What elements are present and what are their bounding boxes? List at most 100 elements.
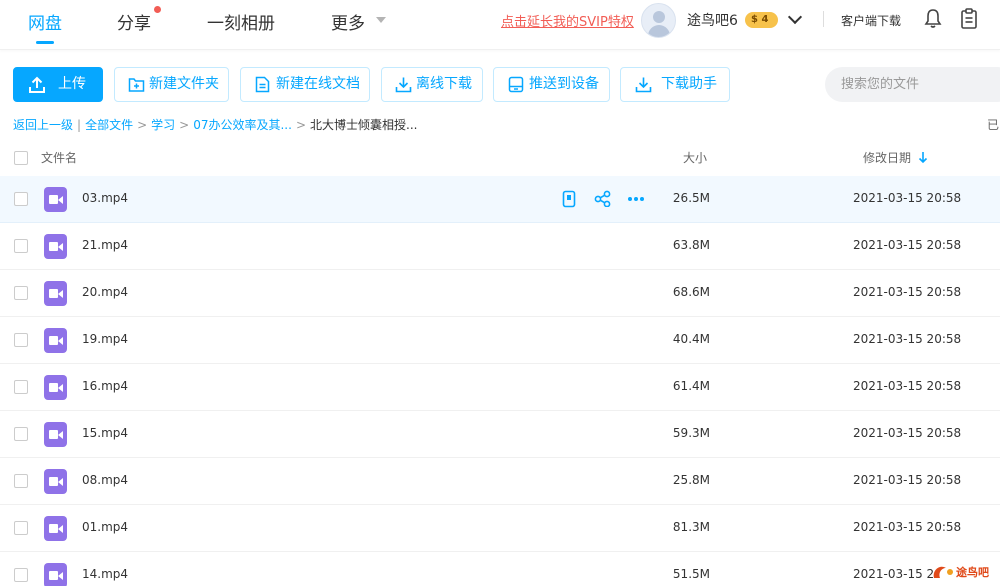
file-modified-date: 2021-03-15 20:58 (853, 238, 962, 252)
search-input[interactable] (825, 67, 1000, 102)
file-size: 61.4M (672, 379, 710, 393)
download-icon (395, 77, 412, 93)
video-file-icon (44, 563, 67, 586)
table-row[interactable]: 03.mp4 26.5M 2021-03-15 20:58 (0, 176, 1000, 223)
bell-icon[interactable] (924, 8, 942, 30)
username[interactable]: 途鸟吧6 (687, 10, 738, 30)
table-row[interactable]: 19.mp4 40.4M 2021-03-15 20:58 (0, 317, 1000, 364)
video-file-icon (44, 281, 67, 306)
row-checkbox[interactable] (14, 239, 28, 253)
upload-button[interactable]: 上传 (13, 67, 103, 102)
file-name[interactable]: 16.mp4 (82, 379, 128, 393)
breadcrumb-level1[interactable]: 学习 (151, 118, 175, 132)
breadcrumb-separator: | (77, 118, 82, 132)
vip-badge: $ 4 (745, 12, 778, 28)
file-name[interactable]: 19.mp4 (82, 332, 128, 346)
client-download-link[interactable]: 客户端下载 (841, 12, 901, 29)
breadcrumb-back[interactable]: 返回上一级 (13, 118, 73, 132)
file-name[interactable]: 15.mp4 (82, 426, 128, 440)
push-device-button[interactable]: 推送到设备 (493, 67, 610, 102)
file-modified-date: 2021-03-15 20:58 (853, 520, 962, 534)
upload-icon (29, 76, 45, 93)
row-checkbox[interactable] (14, 427, 28, 441)
download-helper-button[interactable]: 下载助手 (620, 67, 730, 102)
breadcrumb-separator: > (137, 118, 148, 132)
file-size: 26.5M (672, 191, 710, 205)
breadcrumb: 返回上一级 | 全部文件 > 学习 >07办公效率及其... > 北大博士倾囊相授... (13, 116, 417, 133)
new-folder-icon (128, 78, 145, 92)
file-modified-date: 2021-03-15 20:58 (853, 379, 962, 393)
table-row[interactable]: 08.mp4 25.8M 2021-03-15 20:58 (0, 458, 1000, 505)
breadcrumb-separator: > (295, 118, 306, 132)
new-folder-button[interactable]: 新建文件夹 (114, 67, 229, 102)
nav-tab-netdisk[interactable]: 网盘 (28, 9, 62, 34)
loaded-count: 已 (987, 118, 1000, 132)
table-row[interactable]: 15.mp4 59.3M 2021-03-15 20:58 (0, 411, 1000, 458)
row-checkbox[interactable] (14, 380, 28, 394)
top-nav: 网盘 分享 一刻相册 更多 点击延长我的SVIP特权 途鸟吧6 $ 4 客户端下… (0, 0, 1000, 50)
header-size[interactable]: 大小 (683, 149, 707, 166)
table-row[interactable]: 14.mp4 51.5M 2021-03-15 2 (0, 552, 1000, 586)
header-filename[interactable]: 文件名 (41, 149, 77, 166)
file-list: 03.mp4 26.5M 2021-03-15 20:58 21.mp4 63.8M 20… (0, 176, 1000, 586)
upload-label: 上传 (58, 76, 86, 92)
row-checkbox[interactable] (14, 521, 28, 535)
row-checkbox[interactable] (14, 474, 28, 488)
table-row[interactable]: 21.mp4 63.8M 2021-03-15 20:58 (0, 223, 1000, 270)
row-checkbox[interactable] (14, 192, 28, 206)
new-doc-button[interactable]: 新建在线文档 (240, 67, 370, 102)
chevron-down-icon[interactable] (787, 9, 803, 25)
nav-tab-more[interactable]: 更多 (331, 9, 365, 34)
file-size: 40.4M (672, 332, 710, 346)
file-modified-date: 2021-03-15 20:58 (853, 332, 962, 346)
file-modified-date: 2021-03-15 2 (853, 567, 935, 581)
file-size: 51.5M (672, 567, 710, 581)
file-modified-date: 2021-03-15 20:58 (853, 285, 962, 299)
table-row[interactable]: 16.mp4 61.4M 2021-03-15 20:58 (0, 364, 1000, 411)
file-modified-date: 2021-03-15 20:58 (853, 426, 962, 440)
row-checkbox[interactable] (14, 568, 28, 582)
sort-down-icon[interactable] (918, 151, 928, 164)
file-name[interactable]: 01.mp4 (82, 520, 128, 534)
breadcrumb-all-files[interactable]: 全部文件 (85, 118, 133, 132)
header-modified[interactable]: 修改日期 (863, 149, 911, 166)
file-modified-date: 2021-03-15 20:58 (853, 191, 962, 205)
download-helper-label: 下载助手 (661, 76, 717, 92)
offline-download-button[interactable]: 离线下载 (381, 67, 483, 102)
video-file-icon (44, 187, 67, 212)
nav-tab-share[interactable]: 分享 (117, 9, 151, 34)
breadcrumb-separator: > (179, 118, 190, 132)
table-row[interactable]: 01.mp4 81.3M 2021-03-15 20:58 (0, 505, 1000, 552)
file-size: 81.3M (672, 520, 710, 534)
video-file-icon (44, 234, 67, 259)
select-all-checkbox[interactable] (14, 151, 28, 165)
svip-renew-link[interactable]: 点击延长我的SVIP特权 (501, 11, 634, 30)
avatar[interactable] (641, 3, 676, 38)
breadcrumb-level2[interactable]: 07办公效率及其... (193, 118, 292, 132)
breadcrumb-current: 北大博士倾囊相授... (310, 118, 418, 132)
vip-level: 4 (761, 14, 769, 25)
active-tab-indicator (36, 41, 54, 44)
file-size: 59.3M (672, 426, 710, 440)
device-icon (508, 76, 524, 93)
file-name[interactable]: 20.mp4 (82, 285, 128, 299)
download-icon (635, 77, 652, 93)
nav-tab-album[interactable]: 一刻相册 (207, 9, 275, 34)
file-name[interactable]: 14.mp4 (82, 567, 128, 581)
share-icon[interactable] (594, 190, 611, 207)
file-modified-date: 2021-03-15 20:58 (853, 473, 962, 487)
device-icon[interactable] (562, 190, 576, 208)
file-name[interactable]: 03.mp4 (82, 191, 128, 205)
table-row[interactable]: 20.mp4 68.6M 2021-03-15 20:58 (0, 270, 1000, 317)
file-name[interactable]: 21.mp4 (82, 238, 128, 252)
row-checkbox[interactable] (14, 333, 28, 347)
row-checkbox[interactable] (14, 286, 28, 300)
new-folder-label: 新建文件夹 (149, 76, 219, 92)
clipboard-icon[interactable] (960, 8, 978, 30)
watermark-text: 途鸟吧 (956, 566, 989, 579)
file-size: 68.6M (672, 285, 710, 299)
video-file-icon (44, 422, 67, 447)
file-name[interactable]: 08.mp4 (82, 473, 128, 487)
push-device-label: 推送到设备 (529, 76, 599, 92)
document-icon (255, 76, 270, 93)
